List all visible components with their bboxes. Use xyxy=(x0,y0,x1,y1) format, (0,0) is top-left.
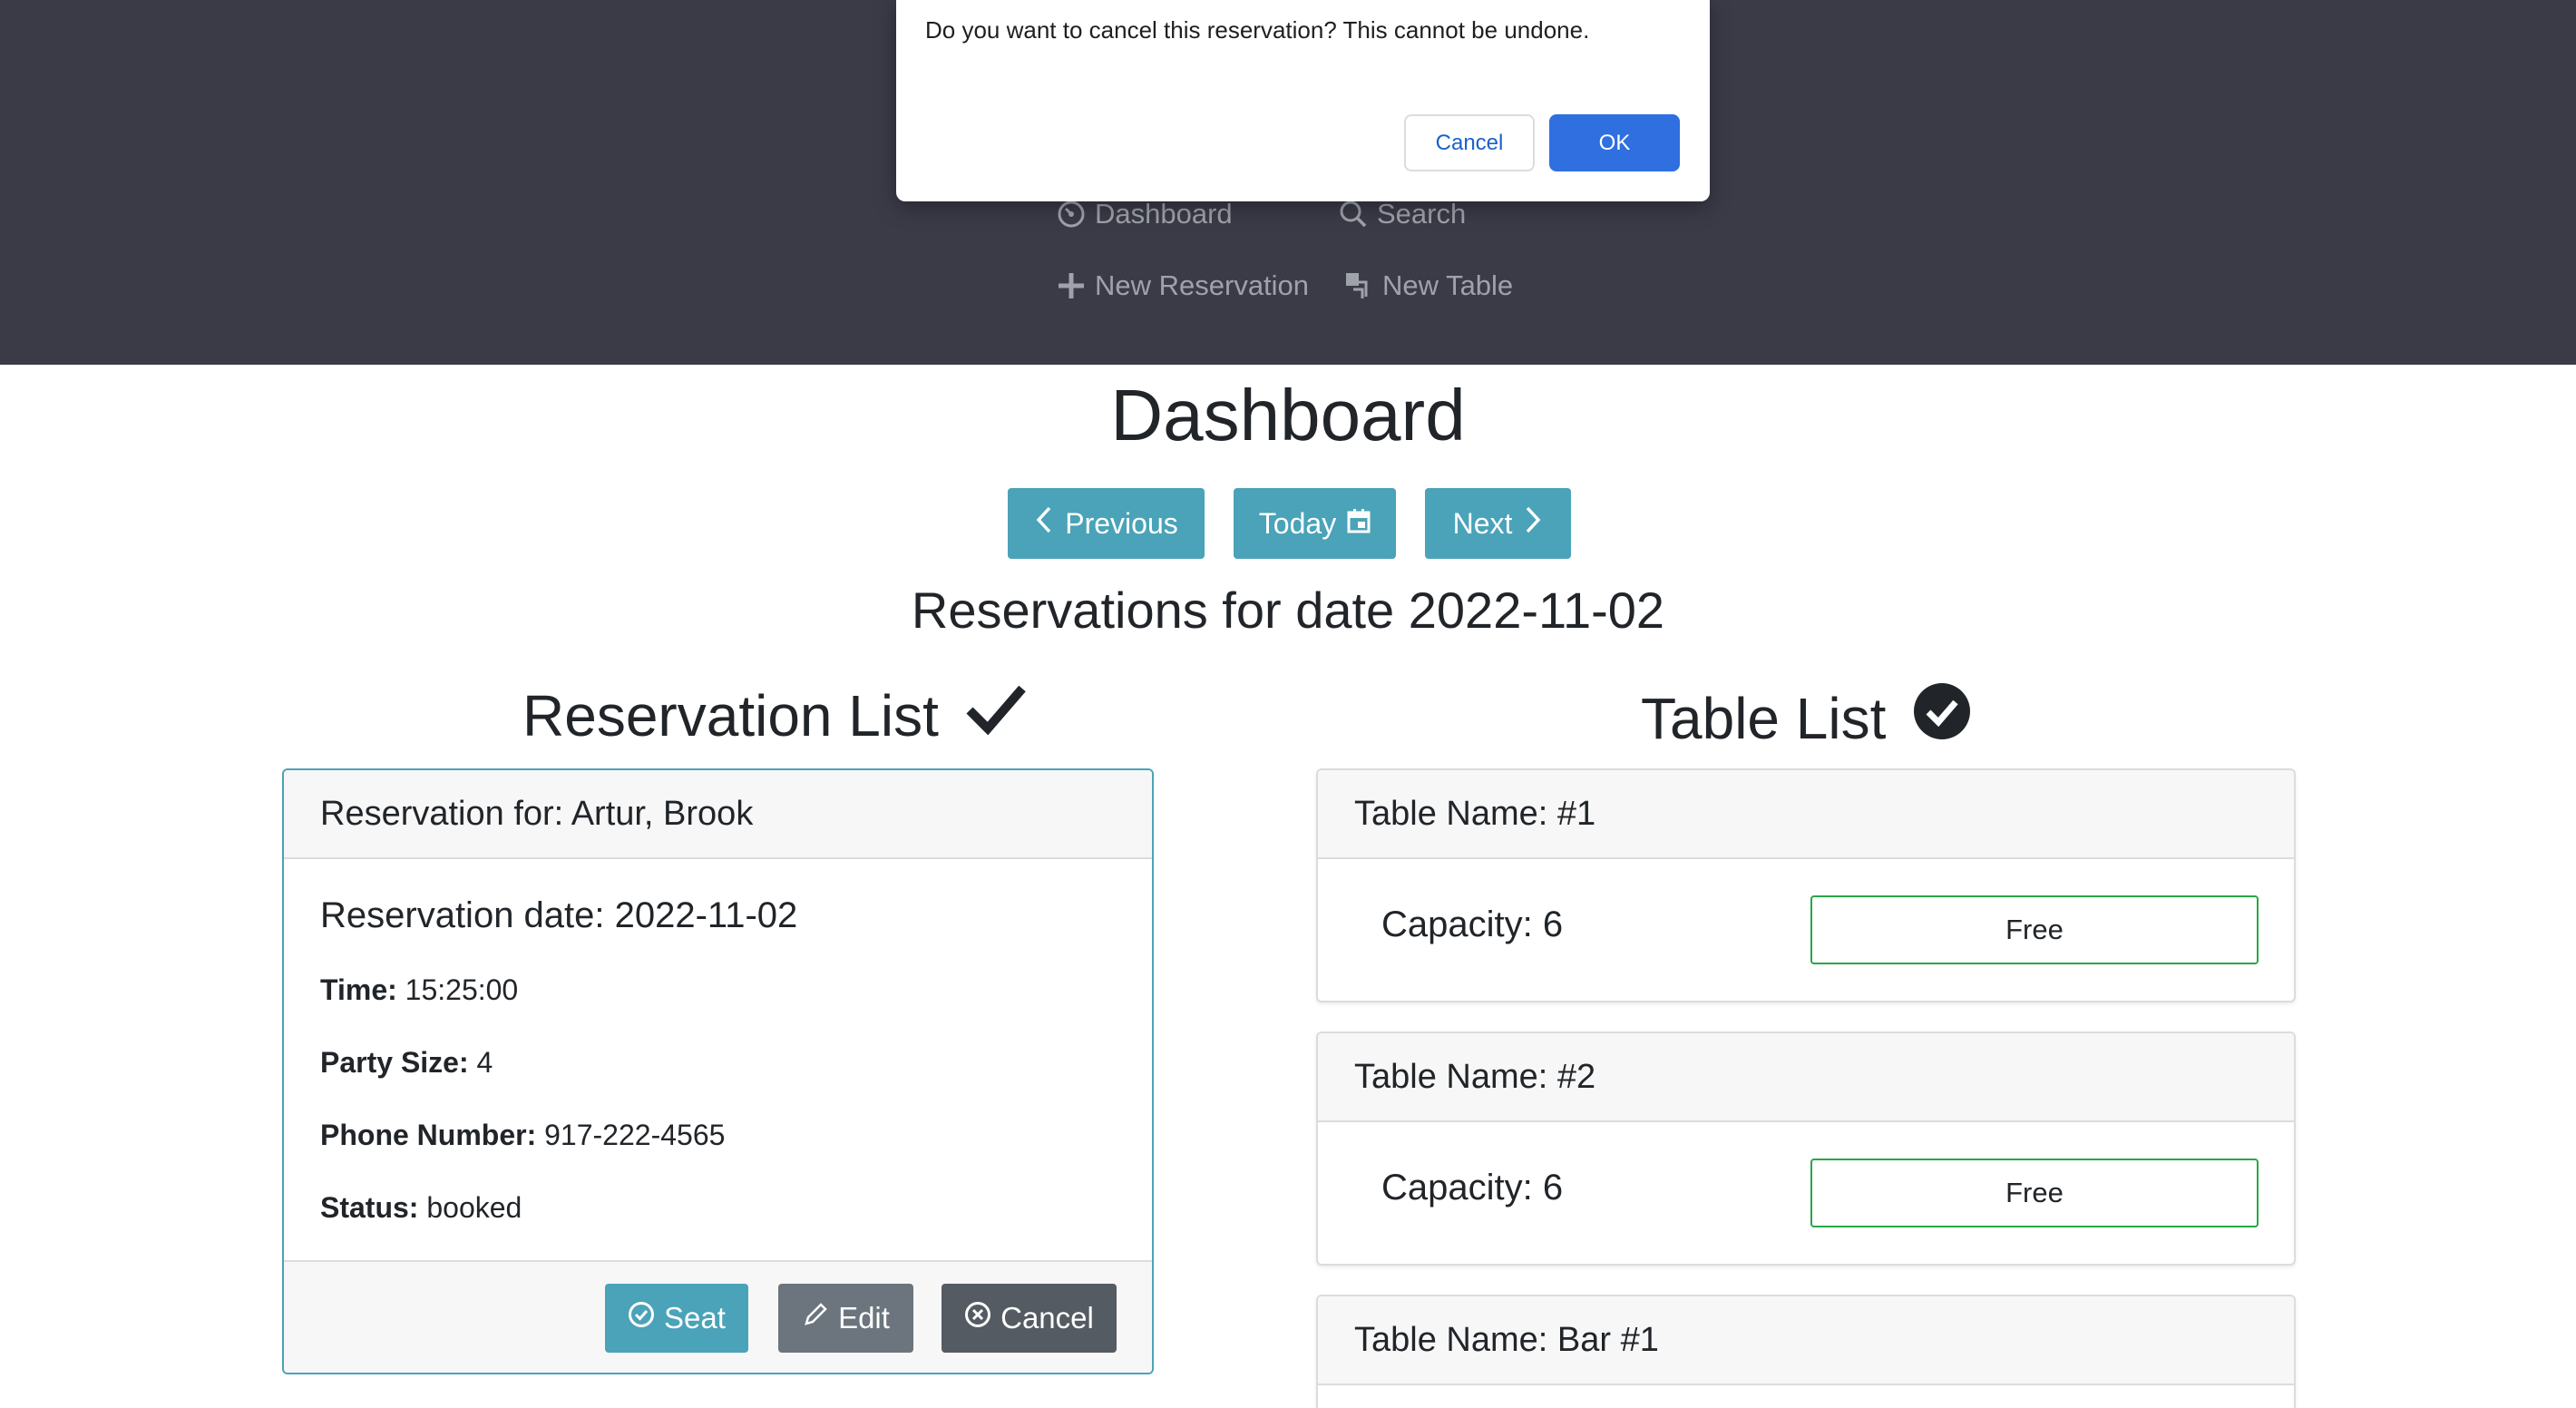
phone-label: Phone Number: xyxy=(320,1119,537,1151)
nav-search-link[interactable]: Search xyxy=(1339,198,1466,230)
plus-icon xyxy=(1057,271,1086,300)
speedometer-icon xyxy=(1057,200,1086,229)
seat-button[interactable]: Seat xyxy=(605,1284,748,1353)
x-circle-icon xyxy=(964,1301,991,1335)
dialog-cancel-button[interactable]: Cancel xyxy=(1404,114,1535,171)
table-status-free-button[interactable]: Free xyxy=(1810,1159,2259,1227)
previous-day-button[interactable]: Previous xyxy=(1008,488,1205,559)
dialog-ok-button[interactable]: OK xyxy=(1549,114,1680,171)
time-label: Time: xyxy=(320,973,397,1006)
status-value: booked xyxy=(426,1191,522,1224)
reservation-list-title: Reservation List xyxy=(522,683,939,748)
table-list-heading: Table List xyxy=(1641,682,1971,754)
page-title: Dashboard xyxy=(1110,375,1466,455)
reservation-card-body: Reservation date: 2022-11-02 Time: 15:25… xyxy=(284,859,1152,1258)
chevron-left-icon xyxy=(1034,505,1054,542)
next-label: Next xyxy=(1452,506,1513,540)
table-card: Table Name: #1 Capacity: 6 Free xyxy=(1316,768,2296,1002)
confirm-message: Do you want to cancel this reservation? … xyxy=(925,16,1590,44)
search-icon xyxy=(1339,200,1368,229)
table-card-name: Table Name: #1 xyxy=(1318,770,2294,859)
cancel-label: Cancel xyxy=(1000,1301,1094,1335)
table-list-title: Table List xyxy=(1641,685,1887,751)
confirm-dialog: Do you want to cancel this reservation? … xyxy=(896,0,1710,201)
nav-new-table-label: New Table xyxy=(1382,269,1514,301)
edit-button[interactable]: Edit xyxy=(778,1284,913,1353)
edit-label: Edit xyxy=(838,1301,890,1335)
phone-value: 917-222-4565 xyxy=(544,1119,726,1151)
reservation-phone: Phone Number: 917-222-4565 xyxy=(320,1119,725,1152)
table-card-name: Table Name: #2 xyxy=(1318,1033,2294,1122)
table-card: Table Name: Bar #1 xyxy=(1316,1295,2296,1408)
table-capacity: Capacity: 6 xyxy=(1381,904,1564,944)
pencil-icon xyxy=(802,1301,829,1335)
time-value: 15:25:00 xyxy=(405,973,519,1006)
calendar-icon xyxy=(1347,507,1371,541)
status-label: Status: xyxy=(320,1191,419,1224)
reservation-card-header: Reservation for: Artur, Brook xyxy=(284,770,1152,859)
check-circle-icon xyxy=(628,1301,655,1335)
seat-label: Seat xyxy=(664,1301,726,1335)
reservation-status: Status: booked xyxy=(320,1191,522,1225)
table-stack-icon xyxy=(1344,271,1373,300)
table-status-free-button[interactable]: Free xyxy=(1810,895,2259,964)
party-size-label: Party Size: xyxy=(320,1046,469,1079)
cancel-reservation-button[interactable]: Cancel xyxy=(942,1284,1117,1353)
today-label: Today xyxy=(1258,506,1337,540)
nav-new-reservation-label: New Reservation xyxy=(1095,269,1310,301)
chevron-right-icon xyxy=(1523,505,1543,542)
previous-label: Previous xyxy=(1065,506,1178,540)
table-card: Table Name: #2 Capacity: 6 Free xyxy=(1316,1032,2296,1266)
nav-dashboard-link[interactable]: Dashboard xyxy=(1057,198,1233,230)
reservations-date-heading: Reservations for date 2022-11-02 xyxy=(911,582,1665,639)
today-button[interactable]: Today xyxy=(1234,488,1396,559)
next-day-button[interactable]: Next xyxy=(1425,488,1571,559)
nav-new-table-link[interactable]: New Table xyxy=(1344,269,1513,302)
reservation-list-heading: Reservation List xyxy=(522,682,1026,749)
nav-search-label: Search xyxy=(1377,198,1467,230)
reservation-time: Time: 15:25:00 xyxy=(320,973,518,1007)
party-size-value: 4 xyxy=(476,1046,493,1079)
reservation-card: Reservation for: Artur, Brook Reservatio… xyxy=(282,768,1154,1374)
check-circle-fill-icon xyxy=(1913,682,1971,754)
table-card-name: Table Name: Bar #1 xyxy=(1318,1296,2294,1385)
checkmark-icon xyxy=(966,682,1026,749)
reservation-card-footer: Seat Edit Cancel xyxy=(284,1260,1152,1373)
table-capacity: Capacity: 6 xyxy=(1381,1168,1564,1208)
reservation-party-size: Party Size: 4 xyxy=(320,1046,493,1080)
reservation-date: Reservation date: 2022-11-02 xyxy=(320,895,798,935)
nav-dashboard-label: Dashboard xyxy=(1095,198,1233,230)
nav-new-reservation-link[interactable]: New Reservation xyxy=(1057,269,1309,302)
